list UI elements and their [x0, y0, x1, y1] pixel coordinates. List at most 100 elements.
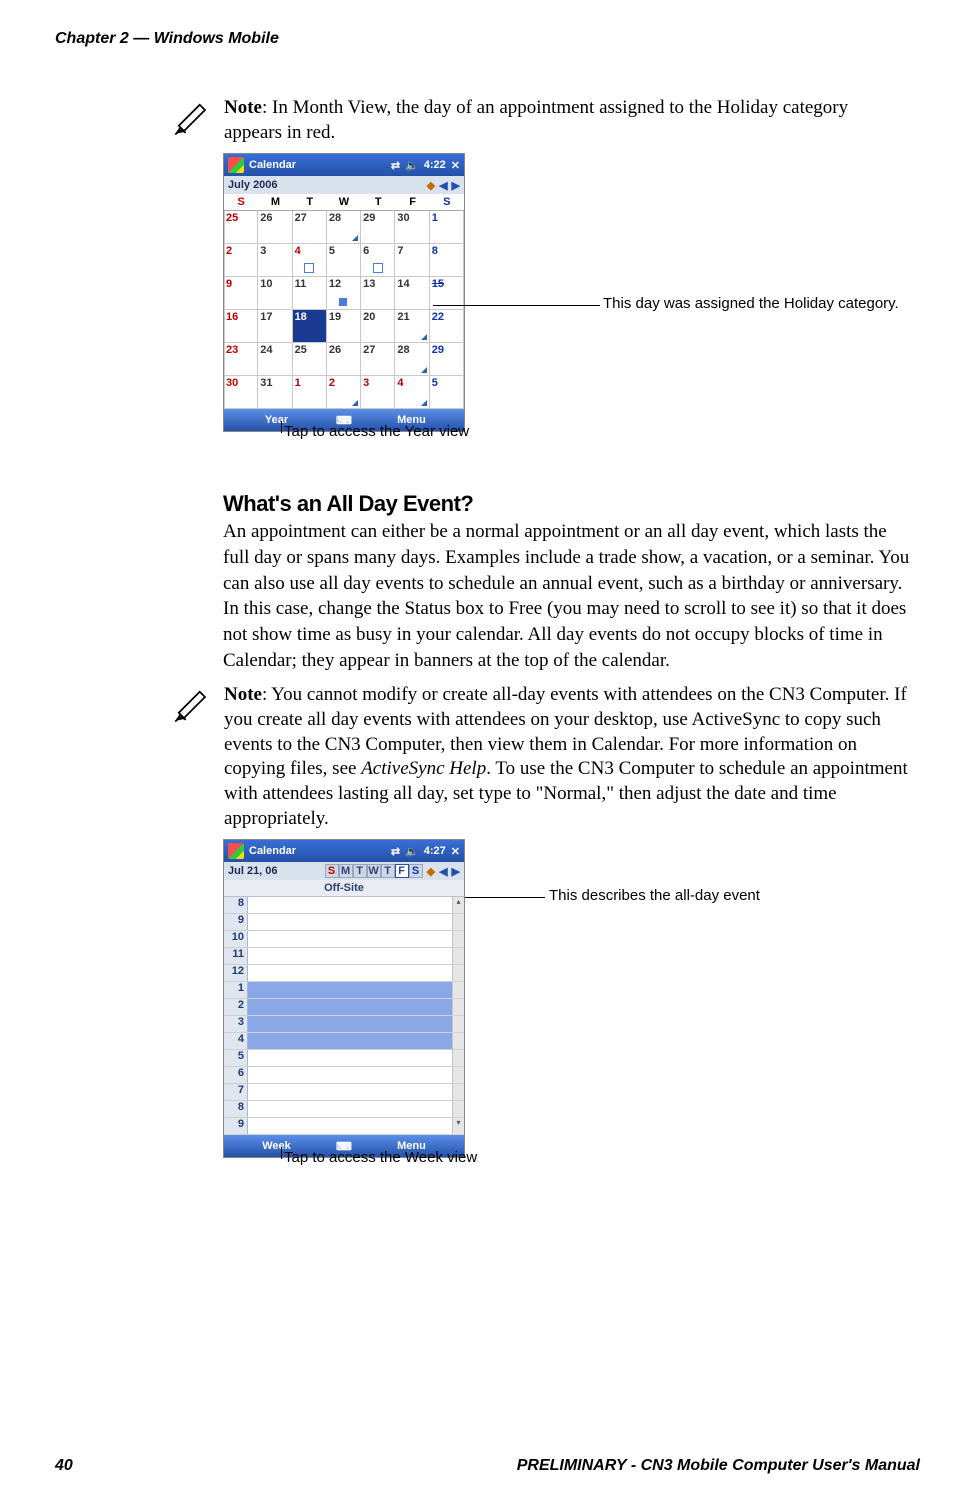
hour-row[interactable]: 8▴ [224, 897, 464, 914]
scrollbar-track[interactable] [452, 931, 464, 947]
start-flag-icon[interactable] [228, 843, 244, 859]
calendar-cell[interactable]: 16 [224, 310, 258, 343]
hour-row[interactable]: 4 [224, 1033, 464, 1050]
hour-slot[interactable] [248, 1067, 452, 1083]
calendar-cell[interactable]: 13 [361, 277, 395, 310]
volume-icon[interactable]: 🔈 [405, 159, 419, 172]
connectivity-icon[interactable]: ⇄ [391, 159, 400, 172]
scrollbar-track[interactable] [452, 914, 464, 930]
dow-mini-cell[interactable]: S [325, 864, 339, 878]
calendar-glyph-icon[interactable]: ◆ [427, 179, 435, 192]
hour-row[interactable]: 12 [224, 965, 464, 982]
calendar-cell[interactable]: 4 [293, 244, 327, 277]
start-flag-icon[interactable] [228, 157, 244, 173]
calendar-cell[interactable]: 6 [361, 244, 395, 277]
calendar-cell[interactable]: 3 [258, 244, 292, 277]
scrollbar-track[interactable]: ▴ [452, 897, 464, 913]
calendar-cell[interactable]: 29 [361, 211, 395, 244]
next-month-button[interactable]: ▶ [452, 179, 460, 192]
hour-row[interactable]: 10 [224, 931, 464, 948]
calendar-cell[interactable]: 25 [224, 211, 258, 244]
scrollbar-track[interactable] [452, 948, 464, 964]
scrollbar-track[interactable] [452, 1101, 464, 1117]
prev-month-button[interactable]: ◀ [439, 179, 447, 192]
hour-slot[interactable] [248, 948, 452, 964]
calendar-cell[interactable]: 28 [327, 211, 361, 244]
dow-mini-cell[interactable]: W [367, 864, 381, 878]
hour-slot[interactable] [248, 897, 452, 913]
hour-row[interactable]: 3 [224, 1016, 464, 1033]
calendar-cell[interactable]: 3 [361, 376, 395, 409]
calendar-cell[interactable]: 24 [258, 343, 292, 376]
prev-day-button[interactable]: ◀ [439, 865, 447, 878]
scrollbar-track[interactable] [452, 982, 464, 998]
hour-slot[interactable] [248, 982, 452, 998]
hour-slot[interactable] [248, 1084, 452, 1100]
calendar-cell[interactable]: 31 [258, 376, 292, 409]
calendar-cell[interactable]: 22 [430, 310, 464, 343]
hour-slot[interactable] [248, 1118, 452, 1134]
calendar-cell[interactable]: 12 [327, 277, 361, 310]
scrollbar-track[interactable]: ▾ [452, 1118, 464, 1134]
calendar-cell[interactable]: 29 [430, 343, 464, 376]
month-label[interactable]: July 2006 [228, 179, 278, 191]
dow-mini-cell[interactable]: M [339, 864, 353, 878]
calendar-cell[interactable]: 10 [258, 277, 292, 310]
allday-banner[interactable]: Off-Site [224, 880, 464, 897]
hour-slot[interactable] [248, 999, 452, 1015]
calendar-cell[interactable]: 5 [430, 376, 464, 409]
scrollbar-track[interactable] [452, 1050, 464, 1066]
connectivity-icon[interactable]: ⇄ [391, 845, 400, 858]
calendar-cell[interactable]: 9 [224, 277, 258, 310]
hour-slot[interactable] [248, 1101, 452, 1117]
hour-slot[interactable] [248, 931, 452, 947]
date-label[interactable]: Jul 21, 06 [228, 865, 278, 877]
calendar-cell[interactable]: 20 [361, 310, 395, 343]
hour-row[interactable]: 8 [224, 1101, 464, 1118]
dow-mini-picker[interactable]: SMTWTFS [325, 864, 423, 878]
calendar-cell[interactable]: 28 [395, 343, 429, 376]
calendar-cell[interactable]: 30 [224, 376, 258, 409]
calendar-cell[interactable]: 5 [327, 244, 361, 277]
hour-grid[interactable]: 8▴9101112123456789▾ [224, 897, 464, 1135]
hour-row[interactable]: 9 [224, 914, 464, 931]
hour-row[interactable]: 7 [224, 1084, 464, 1101]
next-day-button[interactable]: ▶ [452, 865, 460, 878]
calendar-glyph-icon[interactable]: ◆ [427, 865, 435, 878]
hour-slot[interactable] [248, 914, 452, 930]
volume-icon[interactable]: 🔈 [405, 845, 419, 858]
dow-mini-cell[interactable]: S [409, 864, 423, 878]
scrollbar-track[interactable] [452, 965, 464, 981]
hour-slot[interactable] [248, 965, 452, 981]
calendar-grid[interactable]: 2526272829301234567891011121314151617181… [224, 211, 464, 409]
calendar-cell[interactable]: 14 [395, 277, 429, 310]
calendar-cell[interactable]: 21 [395, 310, 429, 343]
calendar-cell[interactable]: 11 [293, 277, 327, 310]
calendar-cell[interactable]: 7 [395, 244, 429, 277]
hour-row[interactable]: 6 [224, 1067, 464, 1084]
hour-slot[interactable] [248, 1050, 452, 1066]
scrollbar-track[interactable] [452, 999, 464, 1015]
scrollbar-track[interactable] [452, 1033, 464, 1049]
calendar-cell[interactable]: 2 [327, 376, 361, 409]
hour-row[interactable]: 1 [224, 982, 464, 999]
calendar-cell[interactable]: 4 [395, 376, 429, 409]
calendar-cell[interactable]: 18 [293, 310, 327, 343]
calendar-cell[interactable]: 1 [293, 376, 327, 409]
hour-slot[interactable] [248, 1016, 452, 1032]
calendar-cell[interactable]: 1 [430, 211, 464, 244]
dow-mini-cell[interactable]: F [395, 864, 409, 878]
calendar-cell[interactable]: 23 [224, 343, 258, 376]
dow-mini-cell[interactable]: T [381, 864, 395, 878]
calendar-cell[interactable]: 25 [293, 343, 327, 376]
dow-mini-cell[interactable]: T [353, 864, 367, 878]
scrollbar-track[interactable] [452, 1067, 464, 1083]
close-icon[interactable]: ✕ [451, 159, 460, 172]
hour-row[interactable]: 2 [224, 999, 464, 1016]
hour-slot[interactable] [248, 1033, 452, 1049]
calendar-cell[interactable]: 2 [224, 244, 258, 277]
calendar-cell[interactable]: 26 [258, 211, 292, 244]
hour-row[interactable]: 9▾ [224, 1118, 464, 1135]
calendar-cell[interactable]: 26 [327, 343, 361, 376]
scrollbar-track[interactable] [452, 1084, 464, 1100]
